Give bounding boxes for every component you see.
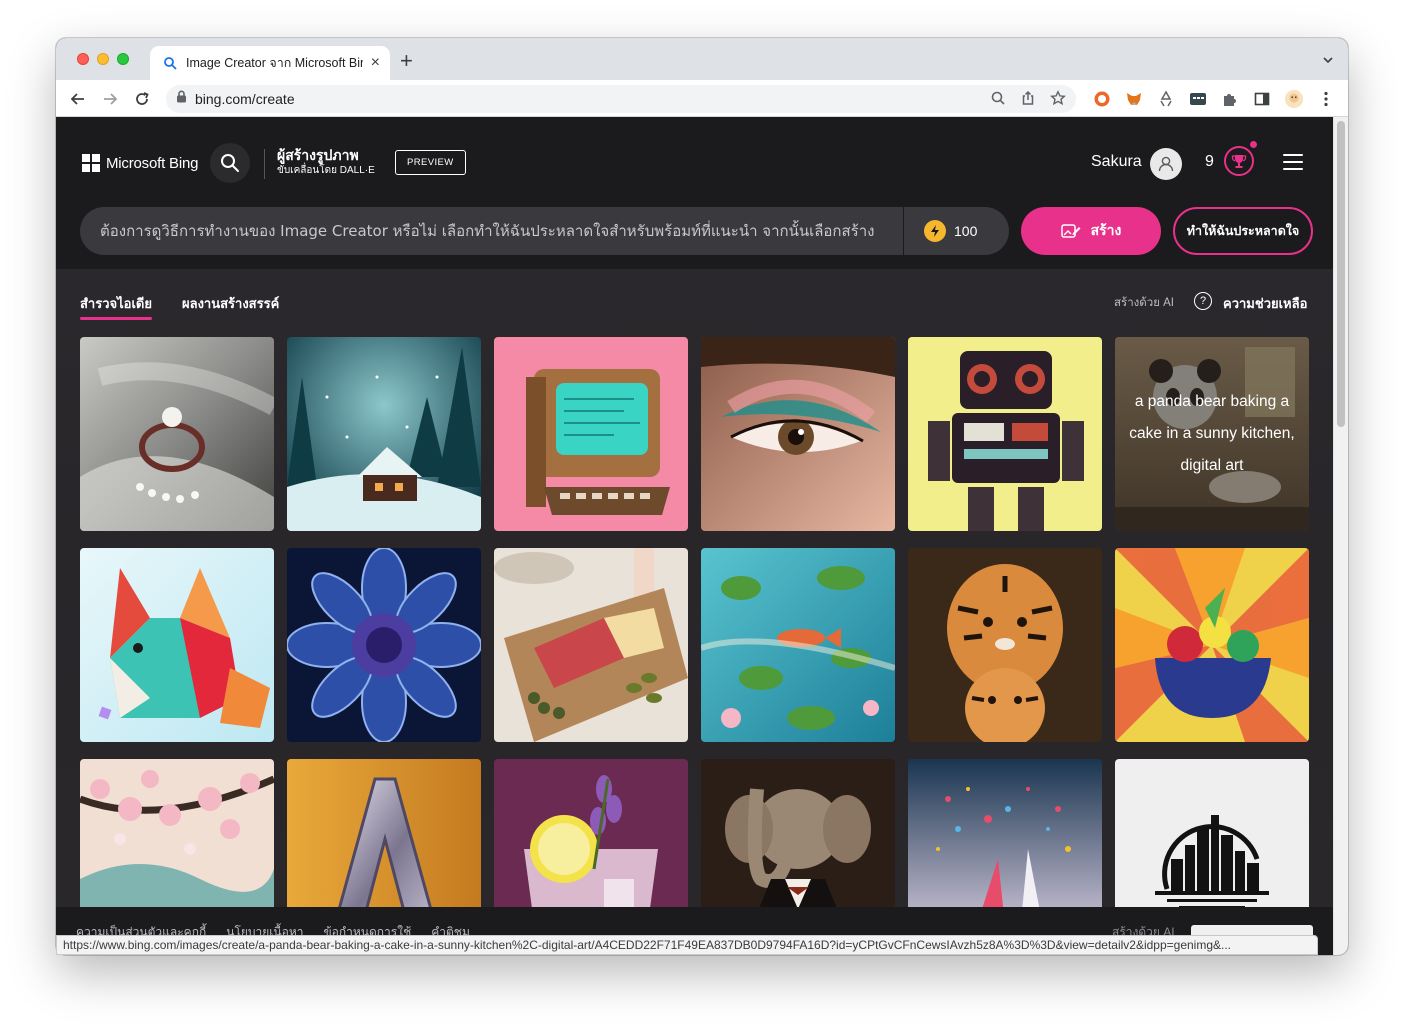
page-scrollbar[interactable] [1333, 117, 1348, 955]
lightning-boost-icon [924, 220, 946, 242]
user-avatar[interactable] [1150, 148, 1182, 180]
active-tab-underline [80, 317, 152, 320]
gallery-image-blue-dahlia[interactable] [287, 548, 481, 742]
help-link[interactable]: ความช่วยเหลือ [1223, 293, 1307, 314]
lock-icon [176, 90, 187, 108]
bookmark-star-icon[interactable] [1050, 90, 1066, 111]
panda-caption: a panda bear baking a cake in a sunny ki… [1115, 337, 1309, 531]
browser-menu-icon[interactable] [1316, 89, 1336, 109]
tab-search-chevron-icon[interactable] [1322, 53, 1334, 71]
boosts-count: 100 [954, 223, 978, 239]
forward-arrow-icon[interactable] [100, 89, 120, 109]
tab-title: Image Creator จาก Microsoft Bing [186, 56, 363, 70]
search-button[interactable] [210, 143, 250, 183]
hamburger-menu-icon[interactable] [1283, 154, 1303, 170]
product-title-block[interactable]: ผู้สร้างรูปภาพ ขับเคลื่อนโดย DALL·E [277, 146, 375, 178]
product-subtitle: ขับเคลื่อนโดย DALL·E [277, 165, 375, 176]
prompt-input[interactable] [80, 207, 903, 255]
gallery-section: สำรวจไอเดีย ผลงานสร้างสรรค์ สร้างด้วย AI… [56, 269, 1333, 955]
browser-toolbar: bing.com/create [56, 80, 1348, 117]
tab-strip: Image Creator จาก Microsoft Bing × + [56, 38, 1348, 80]
gallery-image-retro-robot[interactable] [908, 337, 1102, 531]
brand-text: Microsoft Bing [106, 154, 199, 172]
gallery-image-panda-baking[interactable]: a panda bear baking a cake in a sunny ki… [1115, 337, 1309, 531]
url-text: bing.com/create [195, 91, 295, 107]
tab-creations[interactable]: ผลงานสร้างสรรค์ [182, 293, 279, 314]
puzzle-extensions-icon[interactable] [1220, 89, 1240, 109]
gallery-image-charcuterie-board[interactable] [494, 548, 688, 742]
browser-tab[interactable]: Image Creator จาก Microsoft Bing × [150, 46, 390, 80]
microsoft-bing-logo[interactable]: Microsoft Bing [82, 154, 198, 172]
microsoft-logo-icon [82, 154, 100, 172]
bing-search-icon [162, 55, 178, 71]
person-icon [1158, 156, 1174, 172]
link-status-bar: https://www.bing.com/images/create/a-pan… [56, 935, 1318, 955]
profile-avatar-icon[interactable] [1284, 89, 1304, 109]
surprise-me-button[interactable]: ทำให้ฉันประหลาดใจ [1173, 207, 1313, 255]
gallery-image-snowy-cabin[interactable] [287, 337, 481, 531]
close-window-button[interactable] [77, 53, 89, 65]
web-page: Microsoft Bing ผู้สร้างรูปภาพ ขับเคลื่อน… [56, 117, 1333, 955]
preview-badge: PREVIEW [395, 150, 466, 175]
notification-dot [1250, 141, 1257, 148]
image-pen-icon [1060, 224, 1081, 238]
image-grid: a panda bear baking a cake in a sunny ki… [80, 337, 1309, 953]
page-header: Microsoft Bing ผู้สร้างรูปภาพ ขับเคลื่อน… [56, 117, 1333, 269]
help-icon[interactable]: ? [1194, 292, 1212, 310]
create-button[interactable]: สร้าง [1021, 207, 1161, 255]
username[interactable]: Sakura [1091, 153, 1142, 171]
zoom-search-icon[interactable] [990, 90, 1006, 111]
tab-close-icon[interactable]: × [371, 55, 380, 71]
gallery-image-paper-fox[interactable] [80, 548, 274, 742]
product-title: ผู้สร้างรูปภาพ [277, 147, 359, 163]
create-button-label: สร้าง [1090, 222, 1122, 238]
search-icon [221, 154, 239, 172]
minimize-window-button[interactable] [97, 53, 109, 65]
address-bar[interactable]: bing.com/create [166, 85, 1076, 113]
gallery-image-eye-makeup[interactable] [701, 337, 895, 531]
header-divider [264, 149, 265, 179]
tab-explore-ideas[interactable]: สำรวจไอเดีย [80, 293, 152, 314]
recycle-icon[interactable] [1156, 89, 1176, 109]
rewards-trophy-icon[interactable] [1224, 146, 1254, 176]
reload-icon[interactable] [132, 89, 152, 109]
dashboard-extension-icon[interactable] [1188, 89, 1208, 109]
gallery-image-retro-computer[interactable] [494, 337, 688, 531]
metamask-fox-icon[interactable] [1124, 89, 1144, 109]
gallery-image-koi-pond[interactable] [701, 548, 895, 742]
extension-magnifier-icon[interactable] [1092, 89, 1112, 109]
scrollbar-thumb[interactable] [1337, 121, 1345, 427]
gallery-image-fruit-bowl[interactable] [1115, 548, 1309, 742]
browser-window: Image Creator จาก Microsoft Bing × + bin… [56, 38, 1348, 955]
share-icon[interactable] [1020, 90, 1036, 111]
gallery-image-pearl-ring[interactable] [80, 337, 274, 531]
ai-credit-label: สร้างด้วย AI [1114, 297, 1174, 309]
rewards-count[interactable]: 9 [1205, 153, 1214, 171]
prompt-bar: 100 [80, 207, 1009, 255]
zoom-window-button[interactable] [117, 53, 129, 65]
back-arrow-icon[interactable] [68, 89, 88, 109]
new-tab-button[interactable]: + [400, 50, 413, 72]
boosts-counter[interactable]: 100 [904, 220, 1009, 242]
gallery-image-tiger-dolls[interactable] [908, 548, 1102, 742]
side-panel-icon[interactable] [1252, 89, 1272, 109]
